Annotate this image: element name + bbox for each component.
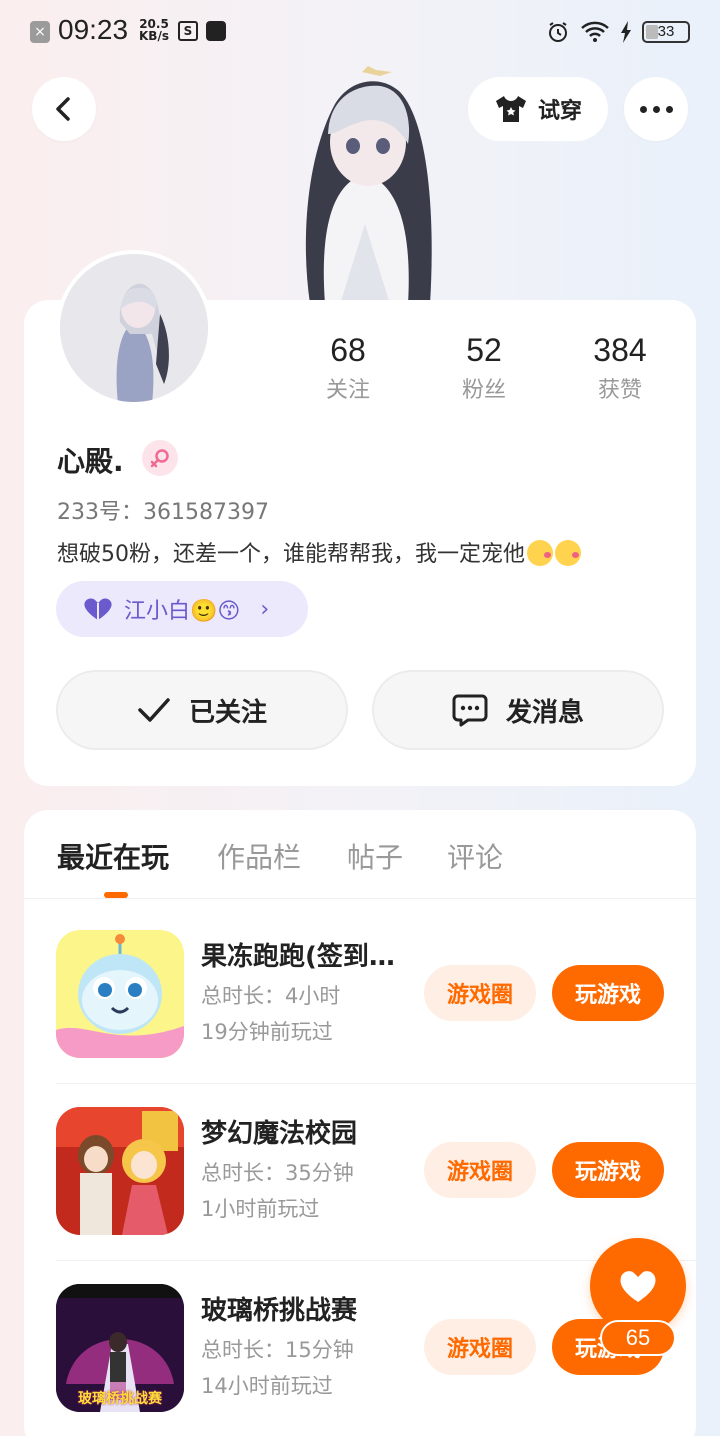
battery-icon: 33 <box>642 21 690 43</box>
more-button[interactable] <box>624 77 688 141</box>
game-circle-button[interactable]: 游戏圈 <box>424 1142 536 1198</box>
message-label: 发消息 <box>505 697 584 728</box>
stat-likes[interactable]: 384 获赞 <box>560 330 680 404</box>
game-icon[interactable] <box>56 1107 184 1235</box>
female-icon <box>142 440 178 476</box>
game-last-played: 14小时前玩过 <box>201 1374 333 1398</box>
username: 心殿. <box>57 445 124 478</box>
notification-icon: × <box>30 21 50 43</box>
alarm-icon <box>549 22 567 42</box>
game-last-played: 1小时前玩过 <box>201 1197 320 1221</box>
following-button[interactable]: 已关注 <box>56 670 348 750</box>
status-time: 09:23 <box>58 14 129 45</box>
like-count: 65 <box>600 1320 676 1356</box>
more-icon <box>639 105 673 113</box>
kiss-emoji-icon <box>527 540 553 566</box>
message-button[interactable]: 发消息 <box>372 670 664 750</box>
stat-value: 68 <box>330 332 366 368</box>
stat-followers[interactable]: 52 粉丝 <box>424 330 544 404</box>
tab-recent-games[interactable]: 最近在玩 <box>57 836 169 876</box>
stat-label: 关注 <box>325 378 370 403</box>
game-icon-title: 玻璃桥挑战赛 <box>78 1391 162 1407</box>
best-friend-tag[interactable]: 江小白🙂😙 › <box>56 581 308 637</box>
game-icon[interactable]: 玻璃桥挑战赛 <box>56 1284 184 1412</box>
back-button[interactable] <box>32 77 96 141</box>
status-bar: × 09:23 20.5 KB/s S 33 <box>0 0 720 64</box>
app-notification-icon-2 <box>206 21 226 41</box>
chevron-right-icon: › <box>260 596 270 622</box>
stat-label: 粉丝 <box>461 378 506 403</box>
charging-icon <box>621 21 631 43</box>
game-row[interactable]: 梦幻魔法校园 总时长：35分钟 1小时前玩过 游戏圈 玩游戏 <box>24 1107 696 1283</box>
play-game-button[interactable]: 玩游戏 <box>552 965 664 1021</box>
bio: 想破50粉，还差一个，谁能帮帮我，我一定宠他 <box>57 536 581 568</box>
back-arrow-icon <box>56 97 70 121</box>
stat-following[interactable]: 68 关注 <box>288 330 408 404</box>
avatar-image <box>60 254 208 402</box>
app-notification-icon: S <box>178 21 198 41</box>
network-speed-unit: KB/s <box>139 29 169 43</box>
play-game-button[interactable]: 玩游戏 <box>552 1142 664 1198</box>
game-circle-button[interactable]: 游戏圈 <box>424 1319 536 1375</box>
game-duration: 总时长：4小时 <box>201 984 341 1008</box>
row-divider <box>56 1083 696 1084</box>
stat-label: 获赞 <box>597 378 642 403</box>
battery-level: 33 <box>657 23 675 40</box>
wifi-icon <box>581 21 609 42</box>
game-circle-button[interactable]: 游戏圈 <box>424 965 536 1021</box>
try-on-button[interactable]: 试穿 <box>468 77 608 141</box>
game-name: 梦幻魔法校园 <box>201 1119 358 1149</box>
check-icon <box>138 698 170 722</box>
bio-text: 想破50粉，还差一个，谁能帮帮我，我一定宠他 <box>57 542 525 567</box>
game-name: 果冻跑跑(签到… <box>201 942 395 972</box>
status-right: 33 <box>546 18 690 46</box>
game-duration: 总时长：15分钟 <box>201 1338 354 1362</box>
try-on-label: 试穿 <box>537 99 582 124</box>
game-duration: 总时长：35分钟 <box>201 1161 354 1185</box>
game-last-played: 19分钟前玩过 <box>201 1020 333 1044</box>
game-row[interactable]: 果冻跑跑(签到… 总时长：4小时 19分钟前玩过 游戏圈 玩游戏 <box>24 930 696 1106</box>
tshirt-icon <box>495 96 526 122</box>
tab-posts[interactable]: 帖子 <box>347 836 403 876</box>
heart-icon <box>84 598 112 620</box>
chat-icon <box>452 694 488 727</box>
heart-fab-icon <box>620 1271 656 1302</box>
tab-comments[interactable]: 评论 <box>447 836 503 876</box>
game-name: 玻璃桥挑战赛 <box>201 1296 358 1326</box>
tab-divider <box>24 898 696 899</box>
network-speed: 20.5 KB/s <box>137 18 171 42</box>
user-id: 233号：361587397 <box>57 500 269 525</box>
tab-works[interactable]: 作品栏 <box>217 836 301 876</box>
kiss-emoji-icon <box>555 540 581 566</box>
game-icon[interactable] <box>56 930 184 1058</box>
avatar[interactable] <box>56 250 212 406</box>
best-friend-name: 江小白🙂😙 <box>124 599 241 624</box>
avatar-character-image <box>305 66 432 304</box>
stat-value: 52 <box>466 332 502 368</box>
following-label: 已关注 <box>188 697 267 728</box>
stat-value: 384 <box>593 332 647 368</box>
